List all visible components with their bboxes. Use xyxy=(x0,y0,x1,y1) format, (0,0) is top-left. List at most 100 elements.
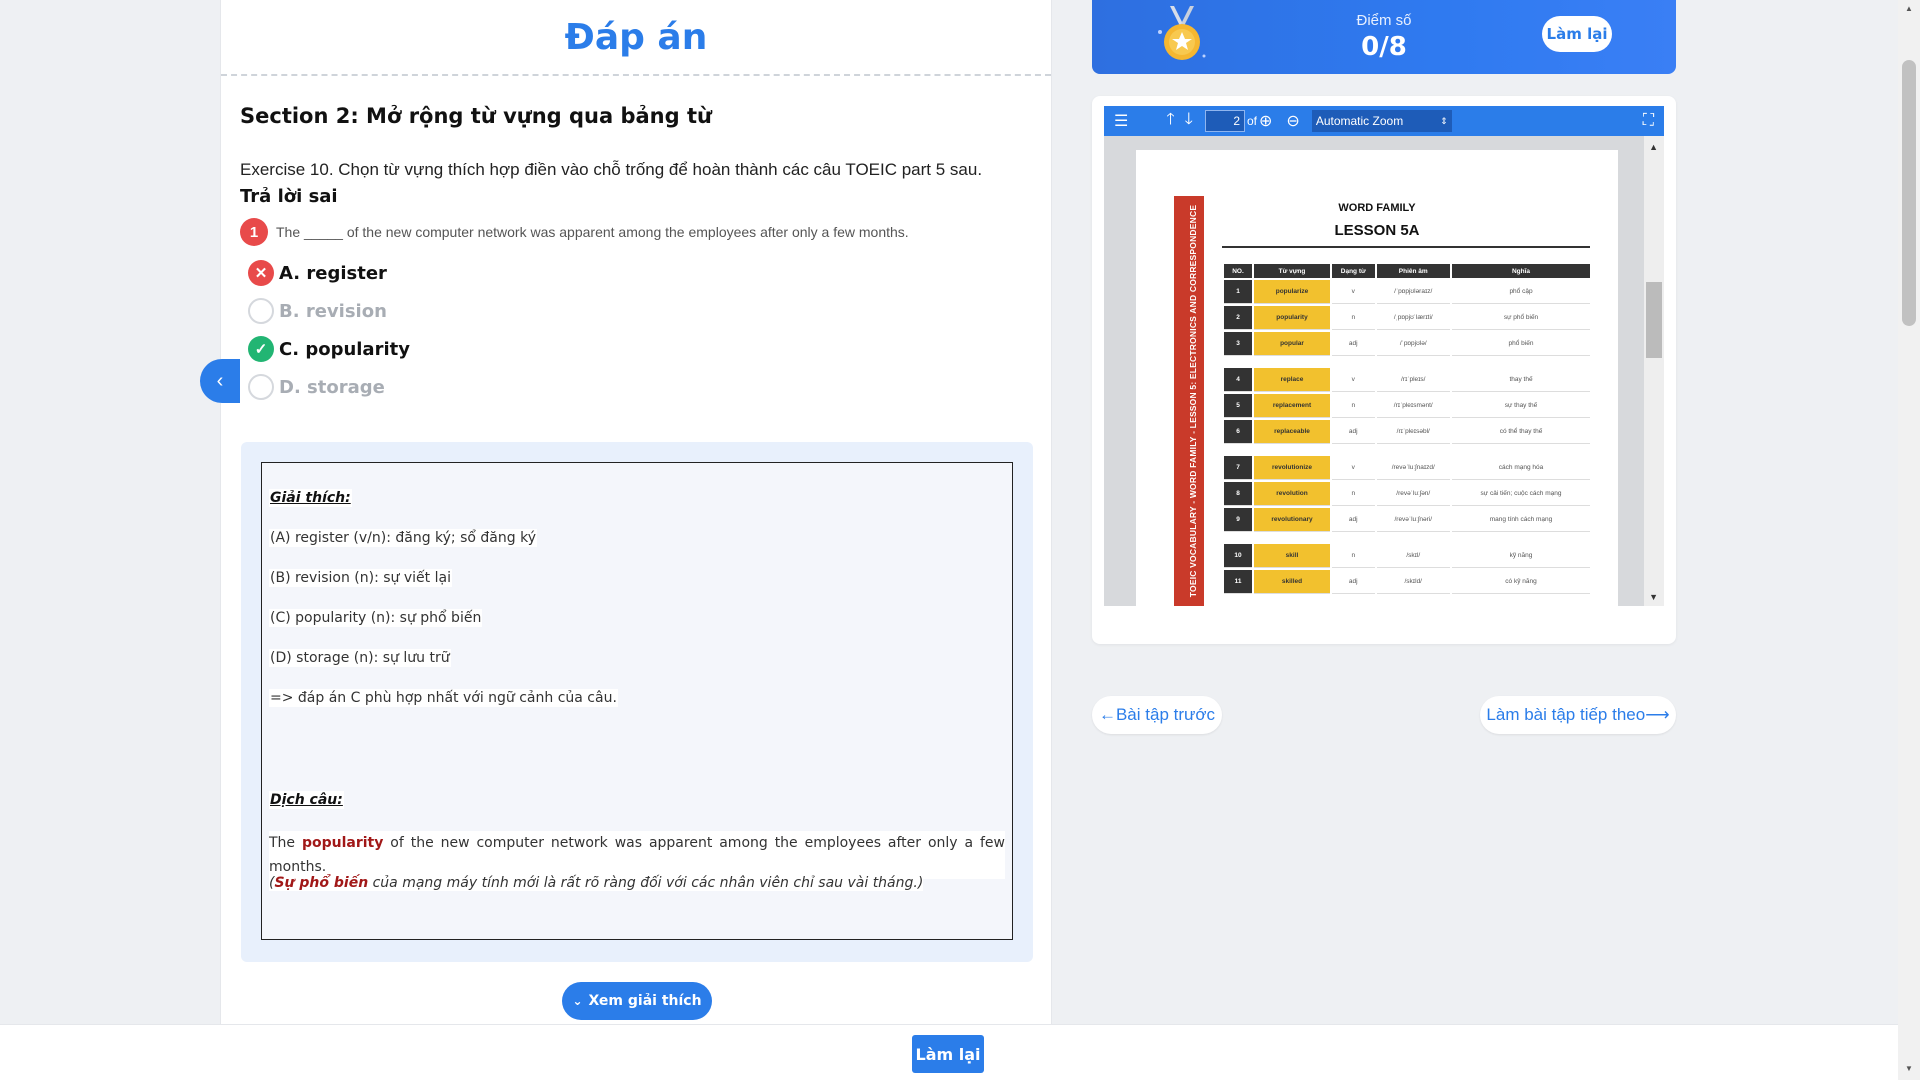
zoom-select[interactable]: Automatic Zoom ⇕ xyxy=(1311,110,1452,132)
col-word: Từ vựng xyxy=(1254,264,1330,278)
cell-word: popularize xyxy=(1254,280,1330,304)
table-row: 4 replace v/rɪˈpleɪs/thay thế xyxy=(1224,368,1590,392)
cell-ipa: /rɪˈpleɪsmənt/ xyxy=(1376,394,1451,418)
pdf-scroll-thumb[interactable] xyxy=(1646,282,1662,358)
cell-type: adj xyxy=(1332,420,1375,444)
cell-ipa: /revəˈluːʃən/ xyxy=(1376,482,1451,506)
previous-exercise-button[interactable]: ←Bài tập trước xyxy=(1092,696,1222,734)
scroll-up-icon[interactable]: ▲ xyxy=(1905,4,1913,13)
col-meaning: Nghĩa xyxy=(1452,264,1590,278)
table-row: 5 replacement n/rɪˈpleɪsmənt/sự thay thế xyxy=(1224,394,1590,418)
table-row: 3 popular adj/ˈpɒpjʊlə/phổ biến xyxy=(1224,332,1590,356)
cell-meaning: có kỹ năng xyxy=(1452,570,1590,594)
zoom-in-icon[interactable]: ⊕ xyxy=(1259,111,1272,131)
pdf-card: ☰ 🡑 🡓 2 of ⊕ ⊖ Automatic Zoom ⇕ ⛶ TOEIC V… xyxy=(1092,96,1676,644)
col-no: NO. xyxy=(1224,264,1252,278)
chevron-left-icon: ‹ xyxy=(216,369,224,392)
cell-meaning: thay thế xyxy=(1452,368,1590,392)
table-row: 1 popularize v/ˈpɒpjʊləraɪz/phổ cập xyxy=(1224,280,1590,304)
explanation-line: (D) storage (n): sự lưu trữ xyxy=(269,649,451,667)
sidebar-toggle-icon[interactable]: ☰ xyxy=(1114,111,1128,131)
cell-word: skill xyxy=(1254,544,1330,568)
chevron-down-icon: ⌄ xyxy=(572,994,583,1008)
side-banner-text: TOEIC VOCABULARY - WORD FAMILY - LESSON … xyxy=(1188,204,1198,598)
cell-word: revolutionary xyxy=(1254,508,1330,532)
page-scroll-thumb[interactable] xyxy=(1902,60,1916,326)
explanation-line: (A) register (v/n): đăng ký; sổ đăng ký xyxy=(269,529,537,547)
retry-button[interactable]: Làm lại xyxy=(1542,16,1612,52)
cell-type: adj xyxy=(1332,508,1375,532)
table-row: 11 skilled adj/skɪld/có kỹ năng xyxy=(1224,570,1590,594)
cell-no: 11 xyxy=(1224,570,1252,594)
side-banner: TOEIC VOCABULARY - WORD FAMILY - LESSON … xyxy=(1174,196,1204,606)
question: 1 The _____ of the new computer network … xyxy=(240,218,909,246)
doc-title: WORD FAMILY xyxy=(1338,202,1416,214)
scroll-down-icon[interactable]: ▼ xyxy=(1649,592,1658,602)
cell-ipa: /skɪld/ xyxy=(1376,570,1451,594)
arrow-down-icon[interactable]: 🡓 xyxy=(1185,108,1193,135)
zoom-out-icon[interactable]: ⊖ xyxy=(1286,111,1299,131)
cell-word: replaceable xyxy=(1254,420,1330,444)
retry-button-bottom[interactable]: Làm lại xyxy=(912,1035,984,1073)
group-spacer xyxy=(1224,358,1590,366)
page-scrollbar[interactable]: ▲ ▼ xyxy=(1898,0,1920,1080)
cell-word: revolutionize xyxy=(1254,456,1330,480)
scroll-down-icon[interactable]: ▼ xyxy=(1905,1064,1913,1073)
radio-empty-icon xyxy=(248,298,274,324)
translation-vi: (Sự phổ biến của mạng máy tính mới là rấ… xyxy=(269,875,924,891)
pdf-viewer: ☰ 🡑 🡓 2 of ⊕ ⊖ Automatic Zoom ⇕ ⛶ TOEIC V… xyxy=(1104,106,1664,606)
cell-ipa: /ˈpɒpjʊləraɪz/ xyxy=(1376,280,1451,304)
col-ipa: Phiên âm xyxy=(1376,264,1451,278)
cell-meaning: kỹ năng xyxy=(1452,544,1590,568)
explanation-heading: Giải thích: xyxy=(269,489,352,507)
check-icon: ✓ xyxy=(248,336,274,362)
cell-no: 3 xyxy=(1224,332,1252,356)
score-card: Điểm số 0/8 Làm lại xyxy=(1092,0,1676,74)
show-explanation-button[interactable]: ⌄ Xem giải thích xyxy=(562,982,712,1020)
cell-word: replacement xyxy=(1254,394,1330,418)
option-c[interactable]: ✓ C. popularity xyxy=(248,330,410,368)
cell-no: 1 xyxy=(1224,280,1252,304)
vocab-table: NO. Từ vựng Dạng từ Phiên âm Nghĩa 1 popu… xyxy=(1222,262,1592,596)
option-a-label: A. register xyxy=(279,262,387,284)
cell-no: 4 xyxy=(1224,368,1252,392)
arrow-up-icon[interactable]: 🡑 xyxy=(1166,108,1174,135)
bottom-bar: Làm lại xyxy=(0,1024,1898,1080)
section-title: Section 2: Mở rộng từ vựng qua bảng từ xyxy=(240,104,712,128)
pdf-scrollbar[interactable] xyxy=(1644,136,1664,606)
result-status: Trả lời sai xyxy=(240,186,338,207)
answer-options: ✕ A. register B. revision ✓ C. popularit… xyxy=(248,254,410,406)
option-b[interactable]: B. revision xyxy=(248,292,410,330)
group-spacer xyxy=(1224,534,1590,542)
question-text: The _____ of the new computer network wa… xyxy=(276,224,909,240)
cell-no: 6 xyxy=(1224,420,1252,444)
option-d[interactable]: D. storage xyxy=(248,368,410,406)
cell-meaning: có thể thay thế xyxy=(1452,420,1590,444)
col-type: Dạng từ xyxy=(1332,264,1375,278)
radio-empty-icon xyxy=(248,374,274,400)
collapse-tab[interactable]: ‹ xyxy=(200,359,240,403)
cell-meaning: sự cải tiến; cuộc cách mạng xyxy=(1452,482,1590,506)
cell-type: v xyxy=(1332,368,1375,392)
cell-type: v xyxy=(1332,456,1375,480)
question-number-badge: 1 xyxy=(240,218,268,246)
cell-no: 5 xyxy=(1224,394,1252,418)
group-spacer xyxy=(1224,446,1590,454)
next-exercise-button[interactable]: Làm bài tập tiếp theo⟶ xyxy=(1480,696,1676,734)
scroll-up-icon[interactable]: ▲ xyxy=(1649,142,1658,152)
fullscreen-icon[interactable]: ⛶ xyxy=(1643,112,1654,130)
page-number-input[interactable]: 2 xyxy=(1205,110,1245,132)
cell-word: replace xyxy=(1254,368,1330,392)
title-rule xyxy=(1222,246,1590,248)
option-a[interactable]: ✕ A. register xyxy=(248,254,410,292)
cell-meaning: phổ cập xyxy=(1452,280,1590,304)
cell-ipa: /ˈpɒpjʊlə/ xyxy=(1376,332,1451,356)
cell-no: 7 xyxy=(1224,456,1252,480)
cell-ipa: /ˌpɒpjʊˈlærɪti/ xyxy=(1376,306,1451,330)
page-of-label: of xyxy=(1247,114,1258,128)
explanation-line: (B) revision (n): sự viết lại xyxy=(269,569,452,587)
cell-ipa: /rɪˈpleɪsəbl/ xyxy=(1376,420,1451,444)
lesson-title: LESSON 5A xyxy=(1334,222,1420,239)
explanation-line: (C) popularity (n): sự phổ biến xyxy=(269,609,483,627)
table-row: 10 skill n/skɪl/kỹ năng xyxy=(1224,544,1590,568)
